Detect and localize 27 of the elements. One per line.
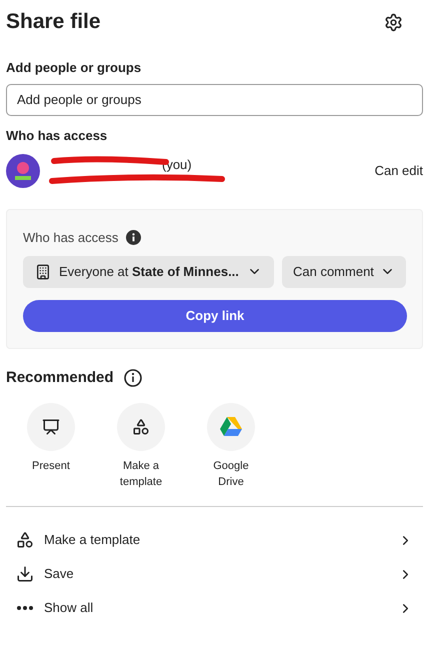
info-icon [124,368,142,387]
menu-item[interactable]: Save [6,557,423,591]
dialog-title: Share file [6,9,101,36]
building-icon [35,264,51,280]
recommended-action[interactable]: Google Drive [186,403,276,490]
card-label: Who has access [23,229,118,247]
avatar [6,154,40,188]
download-icon [16,565,34,583]
scope-dropdown[interactable]: Everyone at State of Minnes... [23,256,274,288]
permission-text: Can edit [374,162,423,180]
template-icon [132,418,150,436]
section-label: Who has access [6,126,108,144]
copy-link-button[interactable]: Copy link [23,300,407,332]
recommended-action[interactable]: Make a template [96,403,186,490]
presentation-icon [42,418,60,436]
template-icon [16,531,34,549]
settings-icon [384,12,403,32]
more-icon [17,606,33,610]
field-label: Add people or groups [6,59,142,77]
section-title: Recommended [6,368,114,388]
info-icon [126,230,142,246]
permission-dropdown[interactable]: Can comment [282,256,406,288]
menu-item[interactable]: Make a template [6,523,423,557]
recommended-action[interactable]: Present [6,403,96,490]
menu-item[interactable]: Show all [6,591,423,625]
people-input-field[interactable]: Add people or groups [6,84,423,116]
drive-logo-icon [220,417,242,437]
